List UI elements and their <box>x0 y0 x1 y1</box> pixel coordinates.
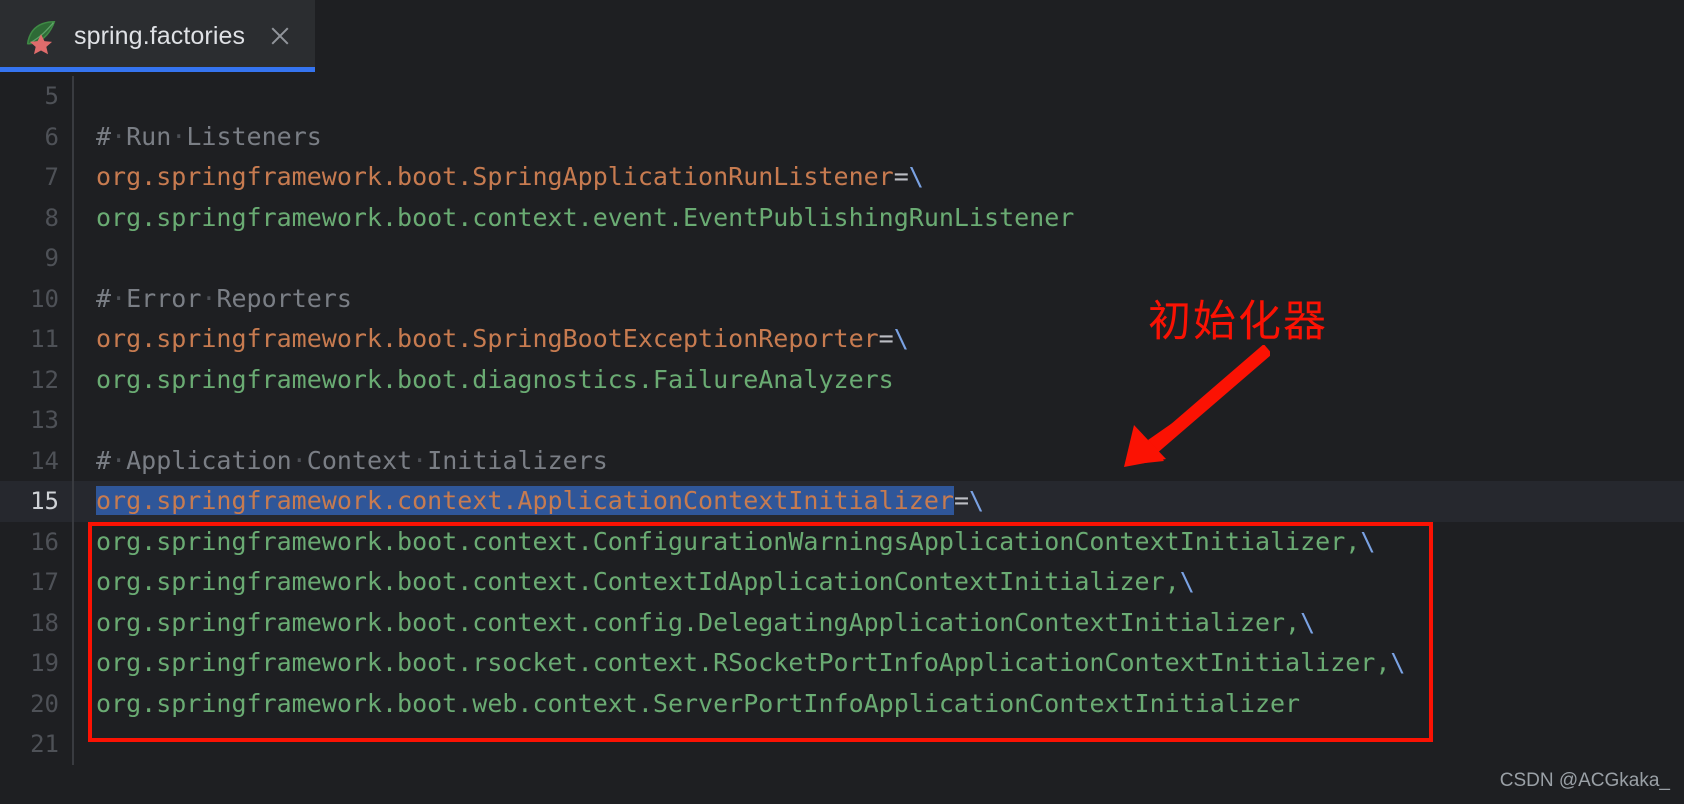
token-comment: # <box>96 283 112 313</box>
token-dot: · <box>201 283 217 313</box>
line-number: 15 <box>30 487 59 515</box>
line-number: 6 <box>44 122 59 151</box>
token-selected: org.springframework.context.ApplicationC… <box>96 486 954 515</box>
token-escape: \ <box>1300 607 1316 637</box>
line-number: 11 <box>30 325 59 353</box>
code-line[interactable]: 5 <box>0 76 1684 117</box>
token-dot: · <box>111 283 127 313</box>
token-key: org.springframework.boot.SpringBootExcep… <box>96 324 879 353</box>
token-dot: · <box>412 445 428 475</box>
token-equals: = <box>953 486 969 515</box>
token-comment: Initializers <box>427 445 608 475</box>
code-line[interactable]: 21 <box>0 724 1684 765</box>
line-number: 14 <box>30 446 59 475</box>
code-line[interactable]: 14 #·Application·Context·Initializers <box>0 440 1684 482</box>
line-number: 16 <box>30 527 59 556</box>
token-value: org.springframework.boot.context.Context… <box>96 567 1180 596</box>
token-escape: \ <box>893 324 909 353</box>
token-dot: · <box>291 445 307 475</box>
tab-title: spring.factories <box>74 21 246 50</box>
token-value: org.springframework.boot.rsocket.context… <box>96 648 1391 677</box>
line-number: 18 <box>30 608 59 637</box>
token-value: org.springframework.boot.context.config.… <box>96 607 1301 637</box>
line-number: 8 <box>44 203 59 232</box>
token-dot: · <box>171 121 187 151</box>
line-number: 21 <box>30 730 59 758</box>
token-comment: Application <box>126 445 292 475</box>
code-editor[interactable]: 5 6 #·Run·Listeners 7 org.springframework.bo… <box>0 76 1684 804</box>
token-value: org.springframework.boot.context.Configu… <box>96 526 1361 556</box>
code-text: org.springframework.boot.context.event.E… <box>74 198 1684 239</box>
token-value: org.springframework.boot.diagnostics.Fai… <box>96 364 894 394</box>
code-line[interactable]: 19 org.springframework.boot.rsocket.conte… <box>0 643 1684 684</box>
code-line[interactable]: 7 org.springframework.boot.SpringApplicat… <box>0 157 1684 198</box>
line-number: 5 <box>44 82 59 110</box>
token-key: org.springframework.boot.SpringApplicati… <box>96 162 894 191</box>
token-comment: Listeners <box>186 121 322 151</box>
token-value: org.springframework.boot.context.event.E… <box>96 202 1075 232</box>
token-escape: \ <box>1360 526 1376 556</box>
code-line[interactable]: 10 #·Error·Reporters <box>0 278 1684 320</box>
code-text: org.springframework.boot.web.context.Ser… <box>74 684 1684 725</box>
code-line[interactable]: 8 org.springframework.boot.context.event.… <box>0 197 1684 239</box>
gutter-divider <box>72 76 74 117</box>
gutter-divider <box>72 724 74 765</box>
code-text: org.springframework.boot.context.Configu… <box>74 522 1684 563</box>
editor-tab-bar: spring.factories <box>0 0 1684 76</box>
token-equals: = <box>878 324 894 353</box>
code-line[interactable]: 12 org.springframework.boot.diagnostics.F… <box>0 359 1684 401</box>
spring-leaf-icon <box>26 20 56 55</box>
tab-active-underline <box>0 67 316 72</box>
line-number: 20 <box>30 689 59 718</box>
line-number: 12 <box>30 365 59 394</box>
token-comment: Context <box>306 445 413 475</box>
token-value: org.springframework.boot.web.context.Ser… <box>96 688 1301 718</box>
token-escape: \ <box>1179 567 1195 596</box>
code-line[interactable]: 17 org.springframework.boot.context.Conte… <box>0 562 1684 603</box>
token-comment: Error <box>126 283 202 313</box>
code-lines-container: 5 6 #·Run·Listeners 7 org.springframework.bo… <box>0 76 1684 765</box>
token-dot: · <box>111 121 127 151</box>
token-dot: · <box>111 445 127 475</box>
code-text: #·Run·Listeners <box>74 117 1684 158</box>
line-number: 13 <box>30 406 59 434</box>
code-text: #·Application·Context·Initializers <box>74 441 1684 482</box>
token-escape: \ <box>969 486 985 515</box>
code-text: org.springframework.boot.diagnostics.Fai… <box>74 360 1684 401</box>
code-line[interactable]: 16 org.springframework.boot.context.Confi… <box>0 521 1684 563</box>
gutter-divider <box>72 400 74 441</box>
line-number: 9 <box>44 244 59 272</box>
close-icon[interactable] <box>267 23 293 49</box>
code-line[interactable]: 18 org.springframework.boot.context.confi… <box>0 602 1684 644</box>
code-text: org.springframework.boot.SpringBootExcep… <box>74 319 1684 360</box>
token-comment: Reporters <box>216 283 352 313</box>
code-line[interactable]: 6 #·Run·Listeners <box>0 116 1684 158</box>
code-line[interactable]: 11 org.springframework.boot.SpringBootExc… <box>0 319 1684 360</box>
token-comment: # <box>96 445 112 475</box>
gutter-divider <box>72 238 74 279</box>
token-comment: Run <box>126 121 172 151</box>
code-text: org.springframework.context.ApplicationC… <box>74 481 1684 522</box>
token-escape: \ <box>908 162 924 191</box>
token-equals: = <box>893 162 909 191</box>
code-line[interactable]: 20 org.springframework.boot.web.context.S… <box>0 683 1684 725</box>
code-text: #·Error·Reporters <box>74 279 1684 320</box>
code-line[interactable]: 15 org.springframework.context.Applicatio… <box>0 481 1684 522</box>
line-number: 7 <box>44 163 59 191</box>
line-number: 10 <box>30 284 59 313</box>
code-text: org.springframework.boot.SpringApplicati… <box>74 157 1684 198</box>
code-line[interactable]: 13 <box>0 400 1684 441</box>
code-text: org.springframework.boot.context.Context… <box>74 562 1684 603</box>
tab-spring-factories[interactable]: spring.factories <box>0 0 316 72</box>
code-text: org.springframework.boot.rsocket.context… <box>74 643 1684 684</box>
code-text: org.springframework.boot.context.config.… <box>74 603 1684 644</box>
line-number: 19 <box>30 649 59 677</box>
token-escape: \ <box>1390 648 1406 677</box>
line-number: 17 <box>30 568 59 596</box>
token-comment: # <box>96 121 112 151</box>
code-line[interactable]: 9 <box>0 238 1684 279</box>
